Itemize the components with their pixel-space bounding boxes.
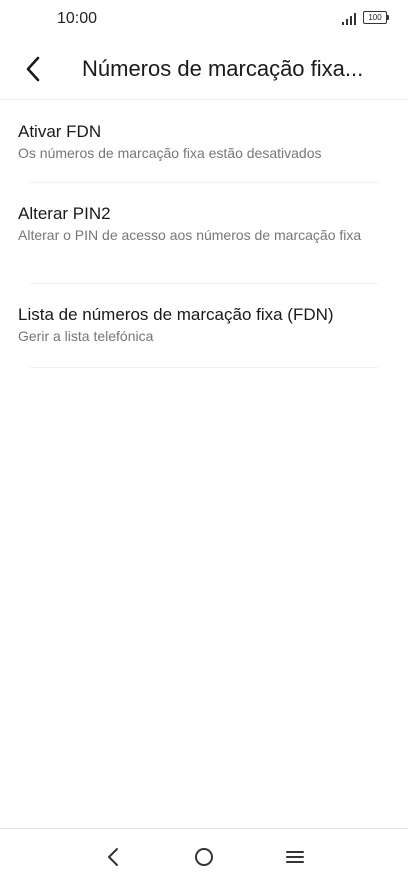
item-subtitle: Alterar o PIN de acesso aos números de m… <box>18 227 362 243</box>
screen: 10:00 100 Números de marcação fixa... At… <box>0 0 408 884</box>
list-item-change-pin2[interactable]: Alterar PIN2 Alterar o PIN de acesso aos… <box>0 183 408 284</box>
status-bar: 10:00 100 <box>0 0 408 38</box>
settings-list: Ativar FDN Os números de marcação fixa e… <box>0 101 408 368</box>
item-subtitle: Os números de marcação fixa estão desati… <box>18 145 322 161</box>
list-item-fdn-list[interactable]: Lista de números de marcação fixa (FDN) … <box>0 284 408 368</box>
item-title: Alterar PIN2 <box>18 204 111 223</box>
signal-icon <box>342 13 356 25</box>
battery-tip <box>387 15 389 20</box>
nav-menu-button[interactable] <box>279 841 311 873</box>
menu-lines-icon <box>286 851 304 863</box>
back-button[interactable] <box>16 52 50 86</box>
item-subtitle: Gerir a lista telefónica <box>18 328 154 344</box>
battery-level: 100 <box>363 11 387 24</box>
page-title: Números de marcação fixa... <box>82 56 364 81</box>
status-time: 10:00 <box>57 10 98 27</box>
back-triangle-icon <box>108 848 118 866</box>
item-title: Ativar FDN <box>18 122 102 141</box>
navigation-bar <box>0 828 408 884</box>
item-title: Lista de números de marcação fixa (FDN) <box>18 305 334 324</box>
app-bar: Números de marcação fixa... <box>0 38 408 100</box>
list-item-enable-fdn[interactable]: Ativar FDN Os números de marcação fixa e… <box>0 101 408 183</box>
divider <box>30 367 378 368</box>
nav-back-button[interactable] <box>97 841 129 873</box>
home-circle-icon <box>195 848 213 866</box>
nav-home-button[interactable] <box>188 841 220 873</box>
battery-icon: 100 <box>363 11 391 25</box>
chevron-left-icon <box>26 56 40 82</box>
